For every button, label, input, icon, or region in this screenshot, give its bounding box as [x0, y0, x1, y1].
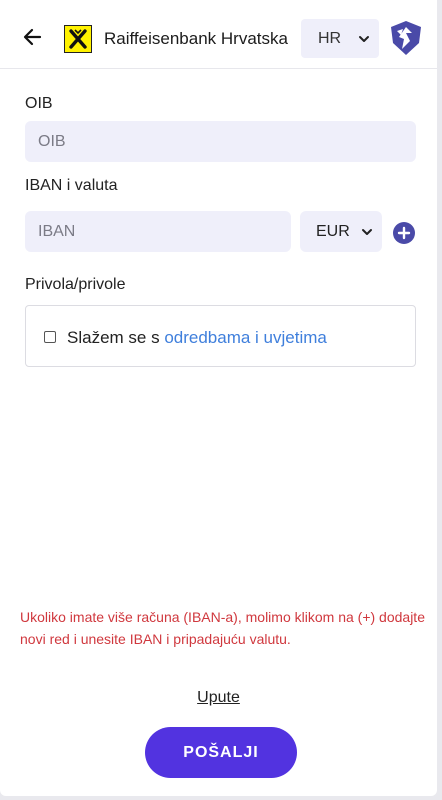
chevron-down-icon: [359, 36, 369, 42]
plus-circle-icon: [397, 226, 411, 240]
currency-value: EUR: [316, 223, 350, 240]
app-window: Raiffeisenbank Hrvatska HR OIB OIB IBAN …: [0, 0, 437, 796]
oib-placeholder: OIB: [38, 133, 66, 150]
raiffeisen-logo-icon: [64, 25, 92, 53]
notice-text: Ukoliko imate više računa (IBAN-a), moli…: [20, 609, 425, 647]
oib-input[interactable]: OIB: [25, 121, 416, 162]
arrow-left-icon: [23, 28, 42, 46]
consent-label: Privola/privole: [25, 276, 126, 293]
iban-label: IBAN i valuta: [25, 177, 118, 194]
language-value: HR: [318, 30, 342, 47]
help-link[interactable]: Upute: [0, 689, 437, 707]
consent-checkbox[interactable]: [44, 331, 56, 343]
chevron-down-icon: [362, 229, 372, 235]
iban-input[interactable]: IBAN: [25, 211, 291, 252]
consent-prefix: Slažem se s: [67, 328, 165, 347]
language-select[interactable]: HR: [301, 19, 379, 58]
add-iban-button[interactable]: [393, 222, 415, 244]
currency-select[interactable]: EUR: [300, 211, 382, 252]
iban-placeholder: IBAN: [38, 223, 76, 240]
header: Raiffeisenbank Hrvatska HR: [0, 0, 437, 69]
back-button[interactable]: [20, 24, 46, 50]
consent-box: Slažem se s odredbama i uvjetima: [25, 305, 416, 367]
oib-label: OIB: [25, 95, 53, 112]
shield-logo-icon: [388, 19, 424, 57]
consent-text: Slažem se s odredbama i uvjetima: [67, 328, 327, 348]
submit-button[interactable]: POŠALJI: [145, 727, 297, 778]
terms-link[interactable]: odredbama i uvjetima: [164, 328, 327, 347]
bank-name: Raiffeisenbank Hrvatska: [104, 29, 288, 48]
